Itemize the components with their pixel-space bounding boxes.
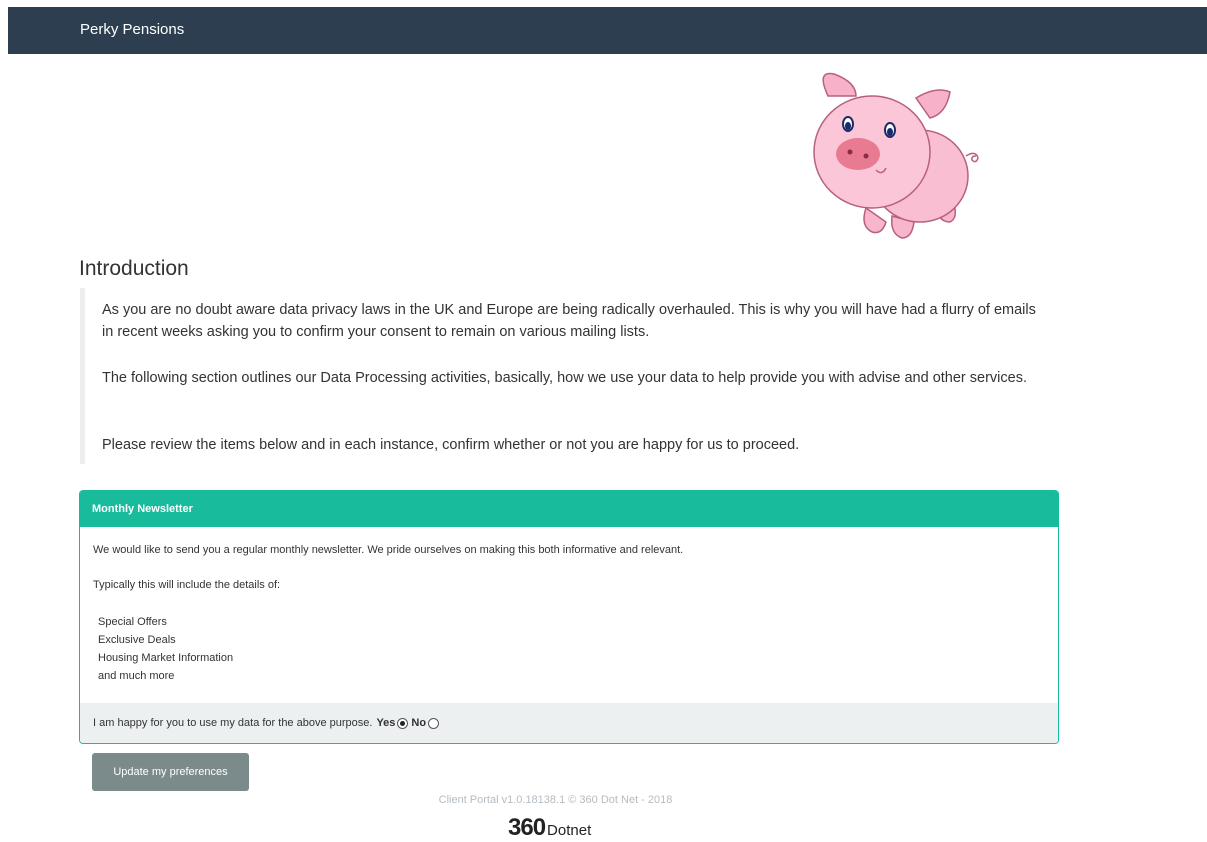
intro-paragraph-3: Please review the items below and in eac…: [102, 437, 800, 453]
panel-list-intro: Typically this will include the details …: [93, 579, 281, 591]
list-item: Housing Market Information: [98, 652, 234, 664]
no-label: No: [411, 717, 427, 729]
list-item: Special Offers: [98, 616, 167, 628]
navbar: Perky Pensions: [8, 7, 1207, 54]
list-item: and much more: [98, 670, 175, 682]
footer-version-text: Client Portal v1.0.18138.1 © 360 Dot Net…: [438, 794, 673, 806]
logo-number: 360: [508, 814, 546, 841]
brand-link[interactable]: Perky Pensions: [80, 21, 184, 38]
no-radio[interactable]: [428, 717, 440, 729]
yes-radio[interactable]: [397, 717, 409, 729]
intro-title: Introduction: [79, 257, 189, 280]
logo-text: Dotnet: [547, 822, 592, 839]
intro-paragraph-2: The following section outlines our Data …: [102, 370, 1027, 386]
list-item: Exclusive Deals: [98, 634, 176, 646]
consent-label: I am happy for you to use my data for th…: [93, 717, 373, 729]
panel-heading: Monthly Newsletter: [80, 491, 1058, 527]
consent-footer: I am happy for you to use my data for th…: [80, 703, 1058, 743]
panel-description: We would like to send you a regular mont…: [93, 544, 684, 556]
pig-mascot-image: [813, 72, 979, 239]
yes-label: Yes: [376, 717, 396, 729]
newsletter-items-list: Special Offers Exclusive Deals Housing M…: [98, 613, 233, 685]
company-logo: 360 Dotnet: [508, 814, 591, 842]
consent-row: I am happy for you to use my data for th…: [93, 717, 441, 729]
newsletter-panel: Monthly Newsletter We would like to send…: [79, 490, 1059, 744]
update-preferences-button[interactable]: Update my preferences: [92, 753, 249, 791]
intro-paragraph-1: As you are no doubt aware data privacy l…: [102, 302, 1036, 340]
